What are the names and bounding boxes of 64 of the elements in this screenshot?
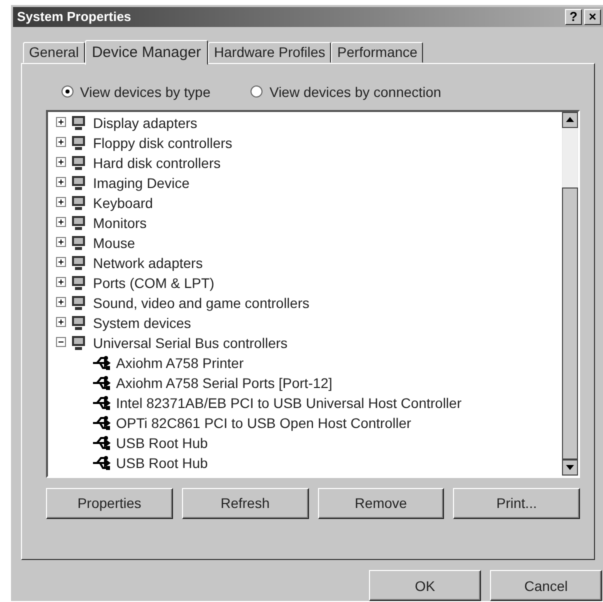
device-icon bbox=[69, 294, 87, 311]
usb-icon bbox=[92, 414, 112, 431]
tree-item[interactable]: Mouse bbox=[93, 234, 136, 251]
tree-item[interactable]: Sound, video and game controllers bbox=[93, 294, 310, 311]
device-icon bbox=[69, 214, 87, 231]
panel-button[interactable]: Print... bbox=[453, 488, 580, 519]
tree-item[interactable]: USB Root Hub bbox=[116, 434, 208, 451]
expander-icon[interactable] bbox=[56, 117, 67, 128]
tree-item[interactable]: Network adapters bbox=[93, 254, 203, 271]
expander-icon[interactable] bbox=[56, 217, 67, 228]
expander-icon[interactable] bbox=[56, 197, 67, 208]
vertical-scrollbar[interactable] bbox=[562, 112, 578, 476]
usb-icon bbox=[92, 354, 112, 371]
tree-item[interactable]: Intel 82371AB/EB PCI to USB Universal Host Controller bbox=[116, 394, 462, 411]
dialog-button[interactable]: Cancel bbox=[490, 570, 602, 601]
expander-icon[interactable] bbox=[56, 257, 67, 268]
expander-icon[interactable] bbox=[56, 277, 67, 288]
device-icon bbox=[69, 174, 87, 191]
help-button[interactable]: ? bbox=[565, 8, 582, 25]
tree-item[interactable]: USB Root Hub bbox=[116, 454, 208, 471]
device-icon bbox=[69, 114, 87, 131]
usb-icon bbox=[92, 394, 112, 411]
device-icon bbox=[69, 134, 87, 151]
close-button[interactable]: × bbox=[584, 8, 601, 25]
tab[interactable]: General bbox=[23, 42, 85, 63]
dialog-button[interactable]: OK bbox=[369, 570, 481, 601]
device-icon bbox=[69, 234, 87, 251]
tree-item[interactable]: OPTi 82C861 PCI to USB Open Host Controller bbox=[116, 414, 412, 431]
device-icon bbox=[69, 194, 87, 211]
radio-option[interactable]: View devices by type bbox=[61, 84, 210, 100]
expander-icon[interactable] bbox=[56, 137, 67, 148]
window-title: System Properties bbox=[17, 9, 132, 24]
usb-icon bbox=[92, 374, 112, 391]
tab[interactable]: Performance bbox=[331, 42, 424, 63]
tree-item[interactable]: Axiohm A758 Serial Ports [Port-12] bbox=[116, 374, 332, 391]
tree-item[interactable]: Universal Serial Bus controllers bbox=[93, 334, 288, 351]
expander-icon[interactable] bbox=[56, 237, 67, 248]
usb-icon bbox=[92, 454, 112, 471]
tree-item[interactable]: Floppy disk controllers bbox=[93, 134, 232, 151]
panel-button[interactable]: Refresh bbox=[182, 488, 308, 519]
expander-icon[interactable] bbox=[56, 157, 67, 168]
device-icon bbox=[69, 154, 87, 171]
tree-item[interactable]: Monitors bbox=[93, 214, 147, 231]
expander-icon[interactable] bbox=[56, 297, 67, 308]
panel-button[interactable]: Properties bbox=[46, 488, 173, 519]
usb-icon bbox=[92, 434, 112, 451]
expander-icon[interactable] bbox=[56, 177, 67, 188]
device-icon bbox=[69, 254, 87, 271]
tab[interactable]: Device Manager bbox=[84, 40, 208, 65]
tree-item[interactable]: Keyboard bbox=[93, 194, 153, 211]
tree-item[interactable]: Axiohm A758 Printer bbox=[116, 354, 244, 371]
device-icon bbox=[69, 314, 87, 331]
tree-item[interactable]: Hard disk controllers bbox=[93, 154, 221, 171]
tree-item[interactable]: System devices bbox=[93, 314, 192, 331]
tree-item[interactable]: Imaging Device bbox=[93, 174, 190, 191]
device-icon bbox=[69, 274, 87, 291]
tab[interactable]: Hardware Profiles bbox=[208, 42, 332, 63]
radio-option[interactable]: View devices by connection bbox=[250, 84, 442, 100]
panel-button[interactable]: Remove bbox=[318, 488, 444, 519]
expander-icon[interactable] bbox=[56, 317, 67, 328]
tree-item[interactable]: Ports (COM & LPT) bbox=[93, 274, 214, 291]
expander-icon[interactable] bbox=[56, 337, 67, 348]
device-icon bbox=[69, 334, 87, 351]
tree-item[interactable]: Display adapters bbox=[93, 114, 198, 131]
